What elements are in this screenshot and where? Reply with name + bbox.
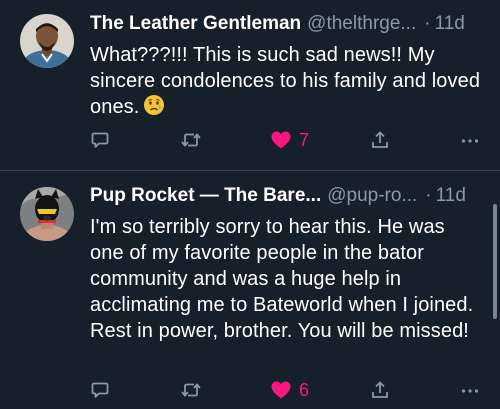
post-body: The Leather Gentleman @thelthrge... · 11…	[90, 12, 482, 120]
share-icon	[372, 381, 388, 398]
reply-icon	[91, 132, 109, 148]
post-header: The Leather Gentleman @thelthrge... · 11…	[90, 12, 482, 36]
like-button[interactable]: 7	[270, 128, 309, 152]
share-button[interactable]	[370, 378, 390, 402]
post-text: I'm so terribly sorry to hear this. He w…	[90, 216, 474, 342]
reply-button[interactable]	[90, 128, 110, 152]
post-card[interactable]: Pup Rocket — The Bare... @pup-ro... · 11…	[0, 171, 500, 409]
post-text: What???!!! This is such sad news!! My si…	[90, 42, 482, 120]
post-header: Pup Rocket — The Bare... @pup-ro... · 11…	[90, 184, 482, 208]
post-actions: 7	[90, 128, 480, 152]
more-button[interactable]	[460, 128, 480, 152]
reply-button[interactable]	[90, 378, 110, 402]
like-count: 6	[299, 379, 310, 400]
repost-button[interactable]	[180, 378, 202, 402]
repost-icon	[181, 133, 201, 147]
separator: ·	[425, 185, 432, 206]
repost-icon	[181, 383, 201, 397]
like-button[interactable]: 6	[270, 378, 309, 402]
more-icon	[461, 139, 479, 143]
post-card[interactable]: The Leather Gentleman @thelthrge... · 11…	[0, 0, 500, 170]
separator: ·	[424, 13, 431, 34]
repost-button[interactable]	[180, 128, 202, 152]
share-button[interactable]	[370, 128, 390, 152]
like-count: 7	[299, 129, 310, 150]
post-body: Pup Rocket — The Bare... @pup-ro... · 11…	[90, 184, 482, 344]
avatar[interactable]	[20, 14, 74, 68]
heart-icon	[271, 131, 291, 149]
author-name[interactable]: The Leather Gentleman	[90, 12, 301, 36]
post-actions: 6	[90, 378, 480, 402]
timestamp[interactable]: 11d	[436, 184, 466, 208]
crying-face-icon	[143, 94, 165, 116]
reply-icon	[91, 382, 109, 398]
scrollbar[interactable]	[493, 204, 497, 319]
more-button[interactable]	[460, 378, 480, 402]
share-icon	[372, 131, 388, 148]
author-name[interactable]: Pup Rocket — The Bare...	[90, 184, 321, 208]
heart-icon	[271, 381, 291, 399]
author-handle[interactable]: @thelthrge...	[307, 12, 416, 36]
avatar[interactable]	[20, 187, 74, 241]
author-handle[interactable]: @pup-ro...	[327, 184, 417, 208]
timestamp[interactable]: 11d	[435, 12, 465, 36]
more-icon	[461, 389, 479, 393]
